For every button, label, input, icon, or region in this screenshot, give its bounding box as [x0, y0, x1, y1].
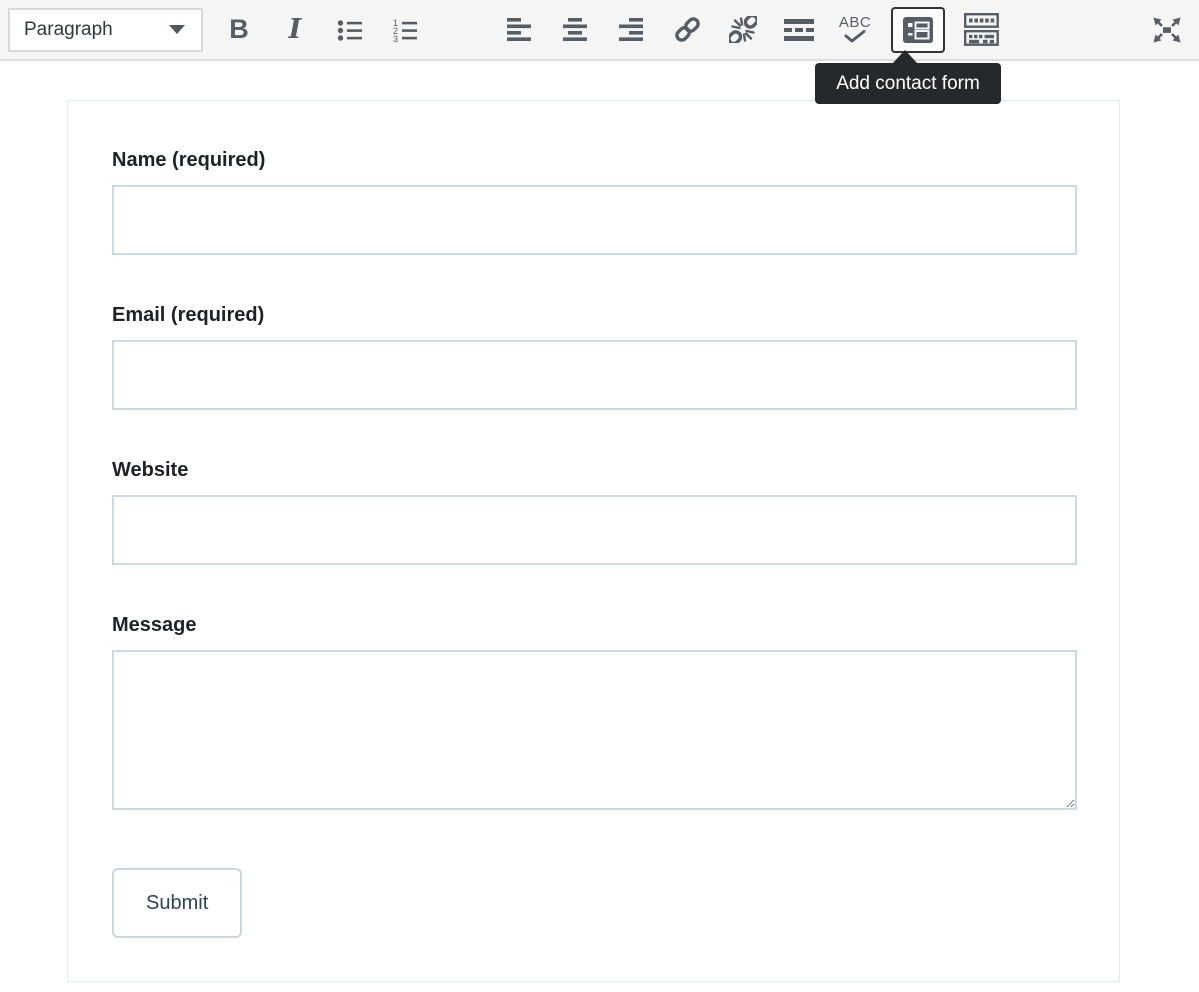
- link-button[interactable]: [667, 8, 707, 52]
- website-field[interactable]: [112, 495, 1077, 565]
- read-more-button[interactable]: [779, 8, 819, 52]
- bold-icon: B: [229, 16, 249, 43]
- numbered-list-button[interactable]: 1 2 3: [387, 8, 427, 52]
- contact-form-preview: Name (required) Email (required) Website…: [67, 100, 1120, 982]
- format-dropdown-value: Paragraph: [24, 19, 113, 41]
- keyboard-icon: [964, 13, 999, 46]
- align-right-button[interactable]: [611, 8, 651, 52]
- blockquote-icon: “: [446, 24, 479, 50]
- bold-button[interactable]: B: [219, 8, 259, 52]
- website-field-label: Website: [112, 459, 1077, 481]
- editor-toolbar: Paragraph B I 1 2 3: [0, 0, 1199, 61]
- italic-button[interactable]: I: [275, 8, 315, 52]
- name-field-label: Name (required): [112, 149, 1077, 171]
- email-field-label: Email (required): [112, 304, 1077, 326]
- bullet-list-icon: [337, 18, 365, 42]
- tooltip-text: Add contact form: [836, 73, 980, 95]
- align-left-button[interactable]: [499, 8, 539, 52]
- message-field-label: Message: [112, 614, 1077, 636]
- keyboard-button[interactable]: [961, 8, 1001, 52]
- tooltip-add-contact-form: Add contact form: [815, 63, 1001, 104]
- tooltip-arrow: [892, 50, 918, 64]
- read-more-icon: [784, 19, 814, 41]
- name-field[interactable]: [112, 185, 1077, 255]
- add-contact-form-button[interactable]: [891, 7, 945, 53]
- fullscreen-button[interactable]: [1147, 8, 1187, 52]
- field-group-name: Name (required): [112, 149, 1077, 255]
- field-group-message: Message: [112, 614, 1077, 810]
- contact-form-icon: [903, 17, 933, 43]
- chevron-down-icon: [169, 25, 185, 34]
- field-group-website: Website: [112, 459, 1077, 565]
- align-left-icon: [507, 18, 531, 41]
- align-center-button[interactable]: [555, 8, 595, 52]
- align-right-icon: [619, 18, 643, 41]
- numbered-list-icon: 1 2 3: [393, 18, 421, 42]
- message-field[interactable]: [112, 650, 1077, 810]
- unlink-icon: [729, 16, 757, 43]
- field-group-email: Email (required): [112, 304, 1077, 410]
- align-center-icon: [563, 18, 587, 41]
- email-field[interactable]: [112, 340, 1077, 410]
- format-dropdown[interactable]: Paragraph: [8, 8, 203, 52]
- italic-icon: I: [289, 16, 302, 43]
- unlink-button[interactable]: [723, 8, 763, 52]
- blockquote-button[interactable]: “: [443, 8, 483, 52]
- fullscreen-icon: [1152, 16, 1182, 44]
- link-icon: [674, 16, 701, 43]
- bullet-list-button[interactable]: [331, 8, 371, 52]
- spellcheck-button[interactable]: ABC: [835, 8, 875, 52]
- editor-page: Paragraph B I 1 2 3: [0, 0, 1199, 992]
- svg-text:3: 3: [393, 34, 398, 42]
- spellcheck-icon: ABC: [839, 16, 871, 43]
- submit-button[interactable]: Submit: [112, 868, 242, 938]
